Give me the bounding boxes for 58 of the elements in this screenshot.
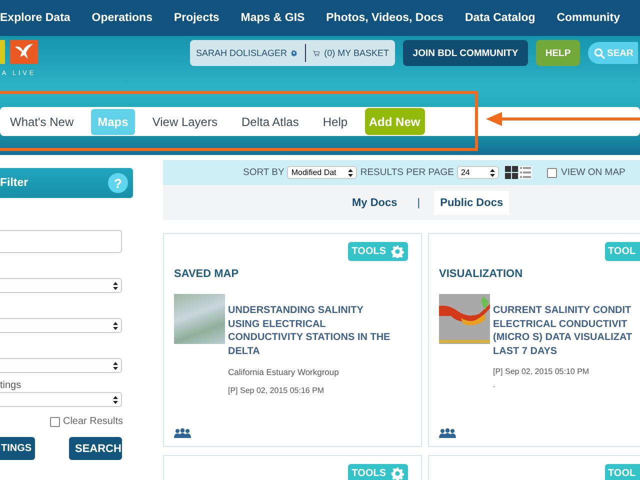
sub-nav-link[interactable]: View Layers (145, 108, 224, 134)
user-name[interactable]: SARAH DOLISLAGER (196, 48, 288, 58)
document-title[interactable]: CURRENT SALINITY CONDIT ELECTRICAL CONDUCTIVIT (MICRO S) DATA VISUALIZAT LAST 7 DAYS (493, 304, 632, 358)
search-button[interactable]: SEARCH (69, 437, 122, 460)
updown-icon (348, 168, 354, 176)
nav-link[interactable]: Photos, Videos, Docs (326, 12, 444, 24)
updown-icon (113, 362, 118, 370)
per-page-label: RESULTS PER PAGE (360, 167, 454, 178)
field-label: tings (0, 380, 22, 392)
card-type: SAVED MAP (174, 268, 240, 280)
per-page-select[interactable]: 24 (456, 166, 499, 179)
gear-icon (391, 467, 404, 480)
author-text: California Estuary Workgroup (228, 367, 340, 377)
nav-link[interactable]: Projects (174, 12, 220, 24)
date-text: [P] Sep 02, 2015 05:10 PM (493, 367, 590, 376)
select-field[interactable] (0, 278, 122, 293)
nav-link[interactable]: Maps & GIS (240, 12, 305, 24)
settings-button[interactable]: TINGS (0, 437, 35, 460)
select-field[interactable] (0, 392, 122, 407)
note-text: . (493, 380, 496, 389)
basket-link[interactable]: (0) MY BASKET (324, 48, 389, 58)
sub-nav-link[interactable]: Delta Atlas (234, 108, 306, 134)
tab[interactable]: Public Docs (434, 190, 510, 214)
grid-view-icon[interactable] (504, 166, 518, 179)
tab-separator: | (417, 196, 420, 208)
bird-icon (14, 43, 34, 61)
nav-link[interactable]: Data Catalog (464, 12, 536, 24)
card-type: VISUALIZATION (439, 268, 524, 280)
updown-icon (113, 282, 118, 290)
group-icon (439, 428, 456, 438)
search-icon (594, 48, 605, 58)
checkbox[interactable] (50, 416, 60, 426)
photo-placeholder (174, 294, 225, 344)
nav-link[interactable]: Community (556, 12, 620, 24)
document-title[interactable]: UNDERSTANDING SALINITY USING ELECTRICAL CONDUCTIVITY STATIONS IN THE DELTA (228, 304, 390, 358)
checkbox-label: Clear Results (62, 416, 123, 427)
tab[interactable]: My Docs (346, 190, 404, 214)
sub-nav-link[interactable]: What's New (10, 108, 81, 134)
sub-nav-link[interactable]: Help (316, 108, 355, 134)
checkbox[interactable] (546, 168, 557, 178)
text-field[interactable] (0, 230, 122, 253)
nav-link[interactable]: Explore Data (0, 12, 70, 24)
sort-select[interactable]: Modified Dat (287, 166, 358, 179)
gear-icon (391, 245, 404, 258)
filter-title: Filter (0, 177, 28, 189)
updown-icon (113, 396, 118, 404)
sort-label: SORT BY (243, 167, 284, 178)
updown-icon (490, 168, 495, 176)
map-thumbnail (439, 294, 490, 344)
select-field[interactable] (0, 318, 122, 333)
date-text: [P] Sep 02, 2015 05:16 PM (228, 386, 326, 395)
group-icon (174, 428, 191, 438)
checkbox-label: VIEW ON MAP (560, 167, 626, 178)
select-field[interactable] (0, 358, 122, 373)
logo-mark (0, 40, 5, 64)
nav-link[interactable]: Operations (92, 12, 152, 24)
updown-icon (113, 322, 118, 330)
join-button[interactable]: JOIN BDL COMMUNITY (403, 40, 528, 66)
